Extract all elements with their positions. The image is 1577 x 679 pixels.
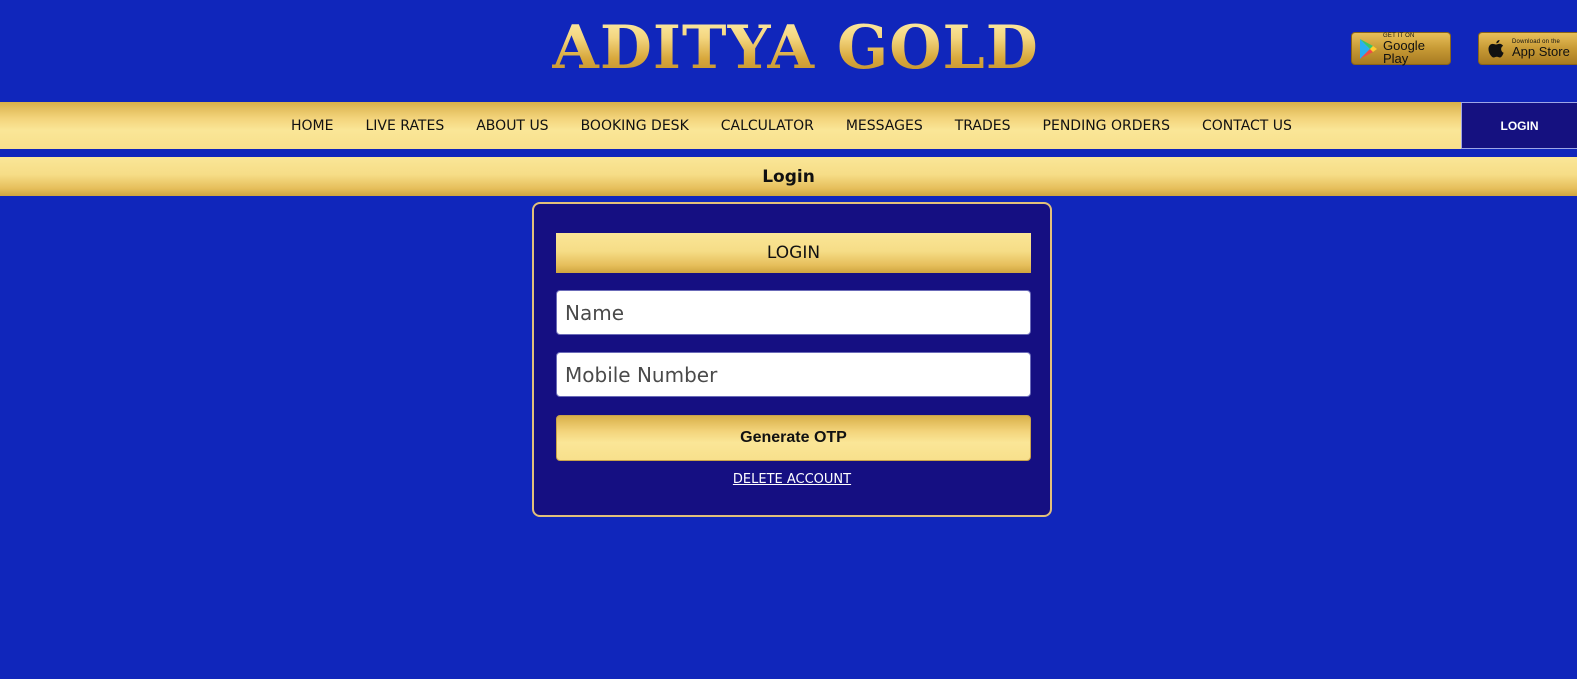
app-store-big-text: App Store xyxy=(1512,44,1570,59)
nav-item-trades[interactable]: TRADES xyxy=(939,118,1027,134)
google-play-icon xyxy=(1358,38,1378,60)
delete-account-link[interactable]: DELETE ACCOUNT xyxy=(534,472,1050,487)
login-card: LOGIN Generate OTP DELETE ACCOUNT xyxy=(532,202,1052,517)
name-input[interactable] xyxy=(556,290,1031,335)
mobile-number-input[interactable] xyxy=(556,352,1031,397)
main-navbar: HOME LIVE RATES ABOUT US BOOKING DESK CA… xyxy=(0,102,1577,149)
google-play-badge[interactable]: GET IT ON Google Play xyxy=(1351,32,1451,65)
nav-item-booking-desk[interactable]: BOOKING DESK xyxy=(565,118,705,134)
nav-item-home[interactable]: HOME xyxy=(275,118,349,134)
nav-item-contact-us[interactable]: CONTACT US xyxy=(1186,118,1308,134)
apple-icon xyxy=(1485,38,1507,60)
page-title-bar: Login xyxy=(0,157,1577,196)
nav-item-calculator[interactable]: CALCULATOR xyxy=(705,118,830,134)
nav-login-button[interactable]: LOGIN xyxy=(1461,102,1577,149)
nav-item-pending-orders[interactable]: PENDING ORDERS xyxy=(1027,118,1186,134)
app-store-badge[interactable]: Download on the App Store xyxy=(1478,32,1577,65)
nav-item-live-rates[interactable]: LIVE RATES xyxy=(349,118,460,134)
nav-items: HOME LIVE RATES ABOUT US BOOKING DESK CA… xyxy=(275,102,1308,149)
login-card-header: LOGIN xyxy=(556,233,1031,273)
site-logo[interactable]: ADITYA GOLD xyxy=(0,8,1577,88)
google-play-big-text: Google Play xyxy=(1383,37,1425,66)
nav-item-about-us[interactable]: ABOUT US xyxy=(460,118,564,134)
page-title: Login xyxy=(762,166,815,187)
generate-otp-button[interactable]: Generate OTP xyxy=(556,415,1031,461)
nav-item-messages[interactable]: MESSAGES xyxy=(830,118,939,134)
logo-text: ADITYA GOLD xyxy=(552,13,1039,83)
